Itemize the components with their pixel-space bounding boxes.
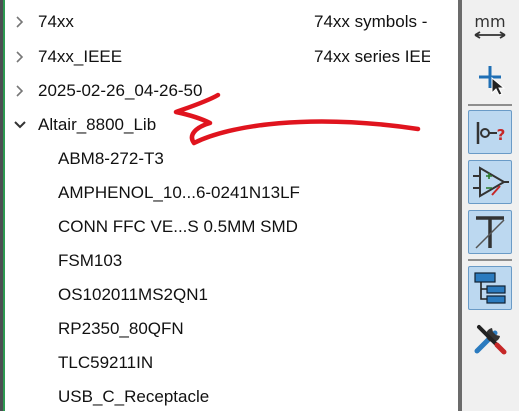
library-description: 74xx symbols -	[314, 12, 428, 31]
tree-row-symbol[interactable]: FSM103	[5, 244, 430, 278]
tools-button[interactable]	[468, 316, 512, 360]
tree-row-library[interactable]: 74xx_IEEE 74xx series IEEE	[5, 40, 430, 74]
right-toolbar: mm ?	[462, 0, 519, 411]
tree-row-symbol[interactable]: TLC59211IN	[5, 346, 430, 380]
library-name: 74xx	[38, 12, 74, 31]
toolbar-separator	[468, 104, 512, 106]
tree-scroll-area[interactable]	[430, 0, 458, 411]
cursor-crosshair-icon	[479, 66, 506, 96]
chevron-right-icon[interactable]	[13, 84, 27, 98]
symbol-name: RP2350_80QFN	[58, 319, 184, 338]
symbol-name: USB_C_Receptacle	[58, 387, 210, 406]
symbol-name: ABM8-272-T3	[58, 149, 164, 168]
red-arrow-annotation	[173, 92, 421, 146]
show-hidden-pins-button[interactable]	[468, 160, 512, 204]
units-mm-icon: mm	[474, 12, 506, 39]
hidden-pins-icon	[473, 166, 509, 198]
toolbar-separator	[468, 259, 512, 261]
hierarchy-navigator-button[interactable]	[468, 266, 512, 310]
units-mm-button[interactable]: mm	[468, 6, 512, 50]
symbol-name: CONN FFC VE...S 0.5MM SMD	[58, 217, 298, 236]
symbol-name: FSM103	[58, 251, 123, 270]
pin-length-button[interactable]	[468, 210, 512, 254]
tree-row-symbol[interactable]: USB_C_Receptacle	[5, 380, 430, 411]
symbol-name: AMPHENOL_10...6-0241N13LF	[58, 183, 300, 202]
tree-row-symbol[interactable]: OS102011MS2QN1	[5, 278, 430, 312]
cursor-button[interactable]	[468, 56, 512, 100]
chevron-right-icon[interactable]	[13, 15, 27, 29]
library-description: 74xx series IEEE	[314, 47, 430, 66]
tree-row-symbol[interactable]: AMPHENOL_10...6-0241N13LF	[5, 176, 430, 210]
chevron-right-icon[interactable]	[13, 50, 27, 64]
pin-length-icon	[475, 216, 505, 249]
tree-row-library[interactable]: 74xx 74xx symbols -	[5, 5, 430, 39]
library-name: Altair_8800_Lib	[38, 115, 157, 134]
pin-electrical-type-icon: ?	[476, 122, 506, 144]
tree-row-symbol[interactable]: CONN FFC VE...S 0.5MM SMD	[5, 210, 430, 244]
library-name: 74xx_IEEE	[38, 47, 123, 66]
symbol-name: OS102011MS2QN1	[58, 285, 208, 304]
library-tree: 74xx 74xx symbols - 74xx_IEEE 74xx serie…	[5, 0, 430, 411]
svg-text:mm: mm	[474, 12, 505, 31]
tree-row-symbol[interactable]: RP2350_80QFN	[5, 312, 430, 346]
hierarchy-navigator-icon	[474, 272, 506, 304]
svg-text:?: ?	[497, 126, 506, 144]
symbol-editor-panel: 74xx 74xx symbols - 74xx_IEEE 74xx serie…	[0, 0, 519, 411]
tools-icon	[474, 325, 507, 355]
chevron-down-icon[interactable]	[13, 118, 27, 132]
symbol-name: TLC59211IN	[58, 353, 154, 372]
show-pin-type-button[interactable]: ?	[468, 110, 512, 154]
